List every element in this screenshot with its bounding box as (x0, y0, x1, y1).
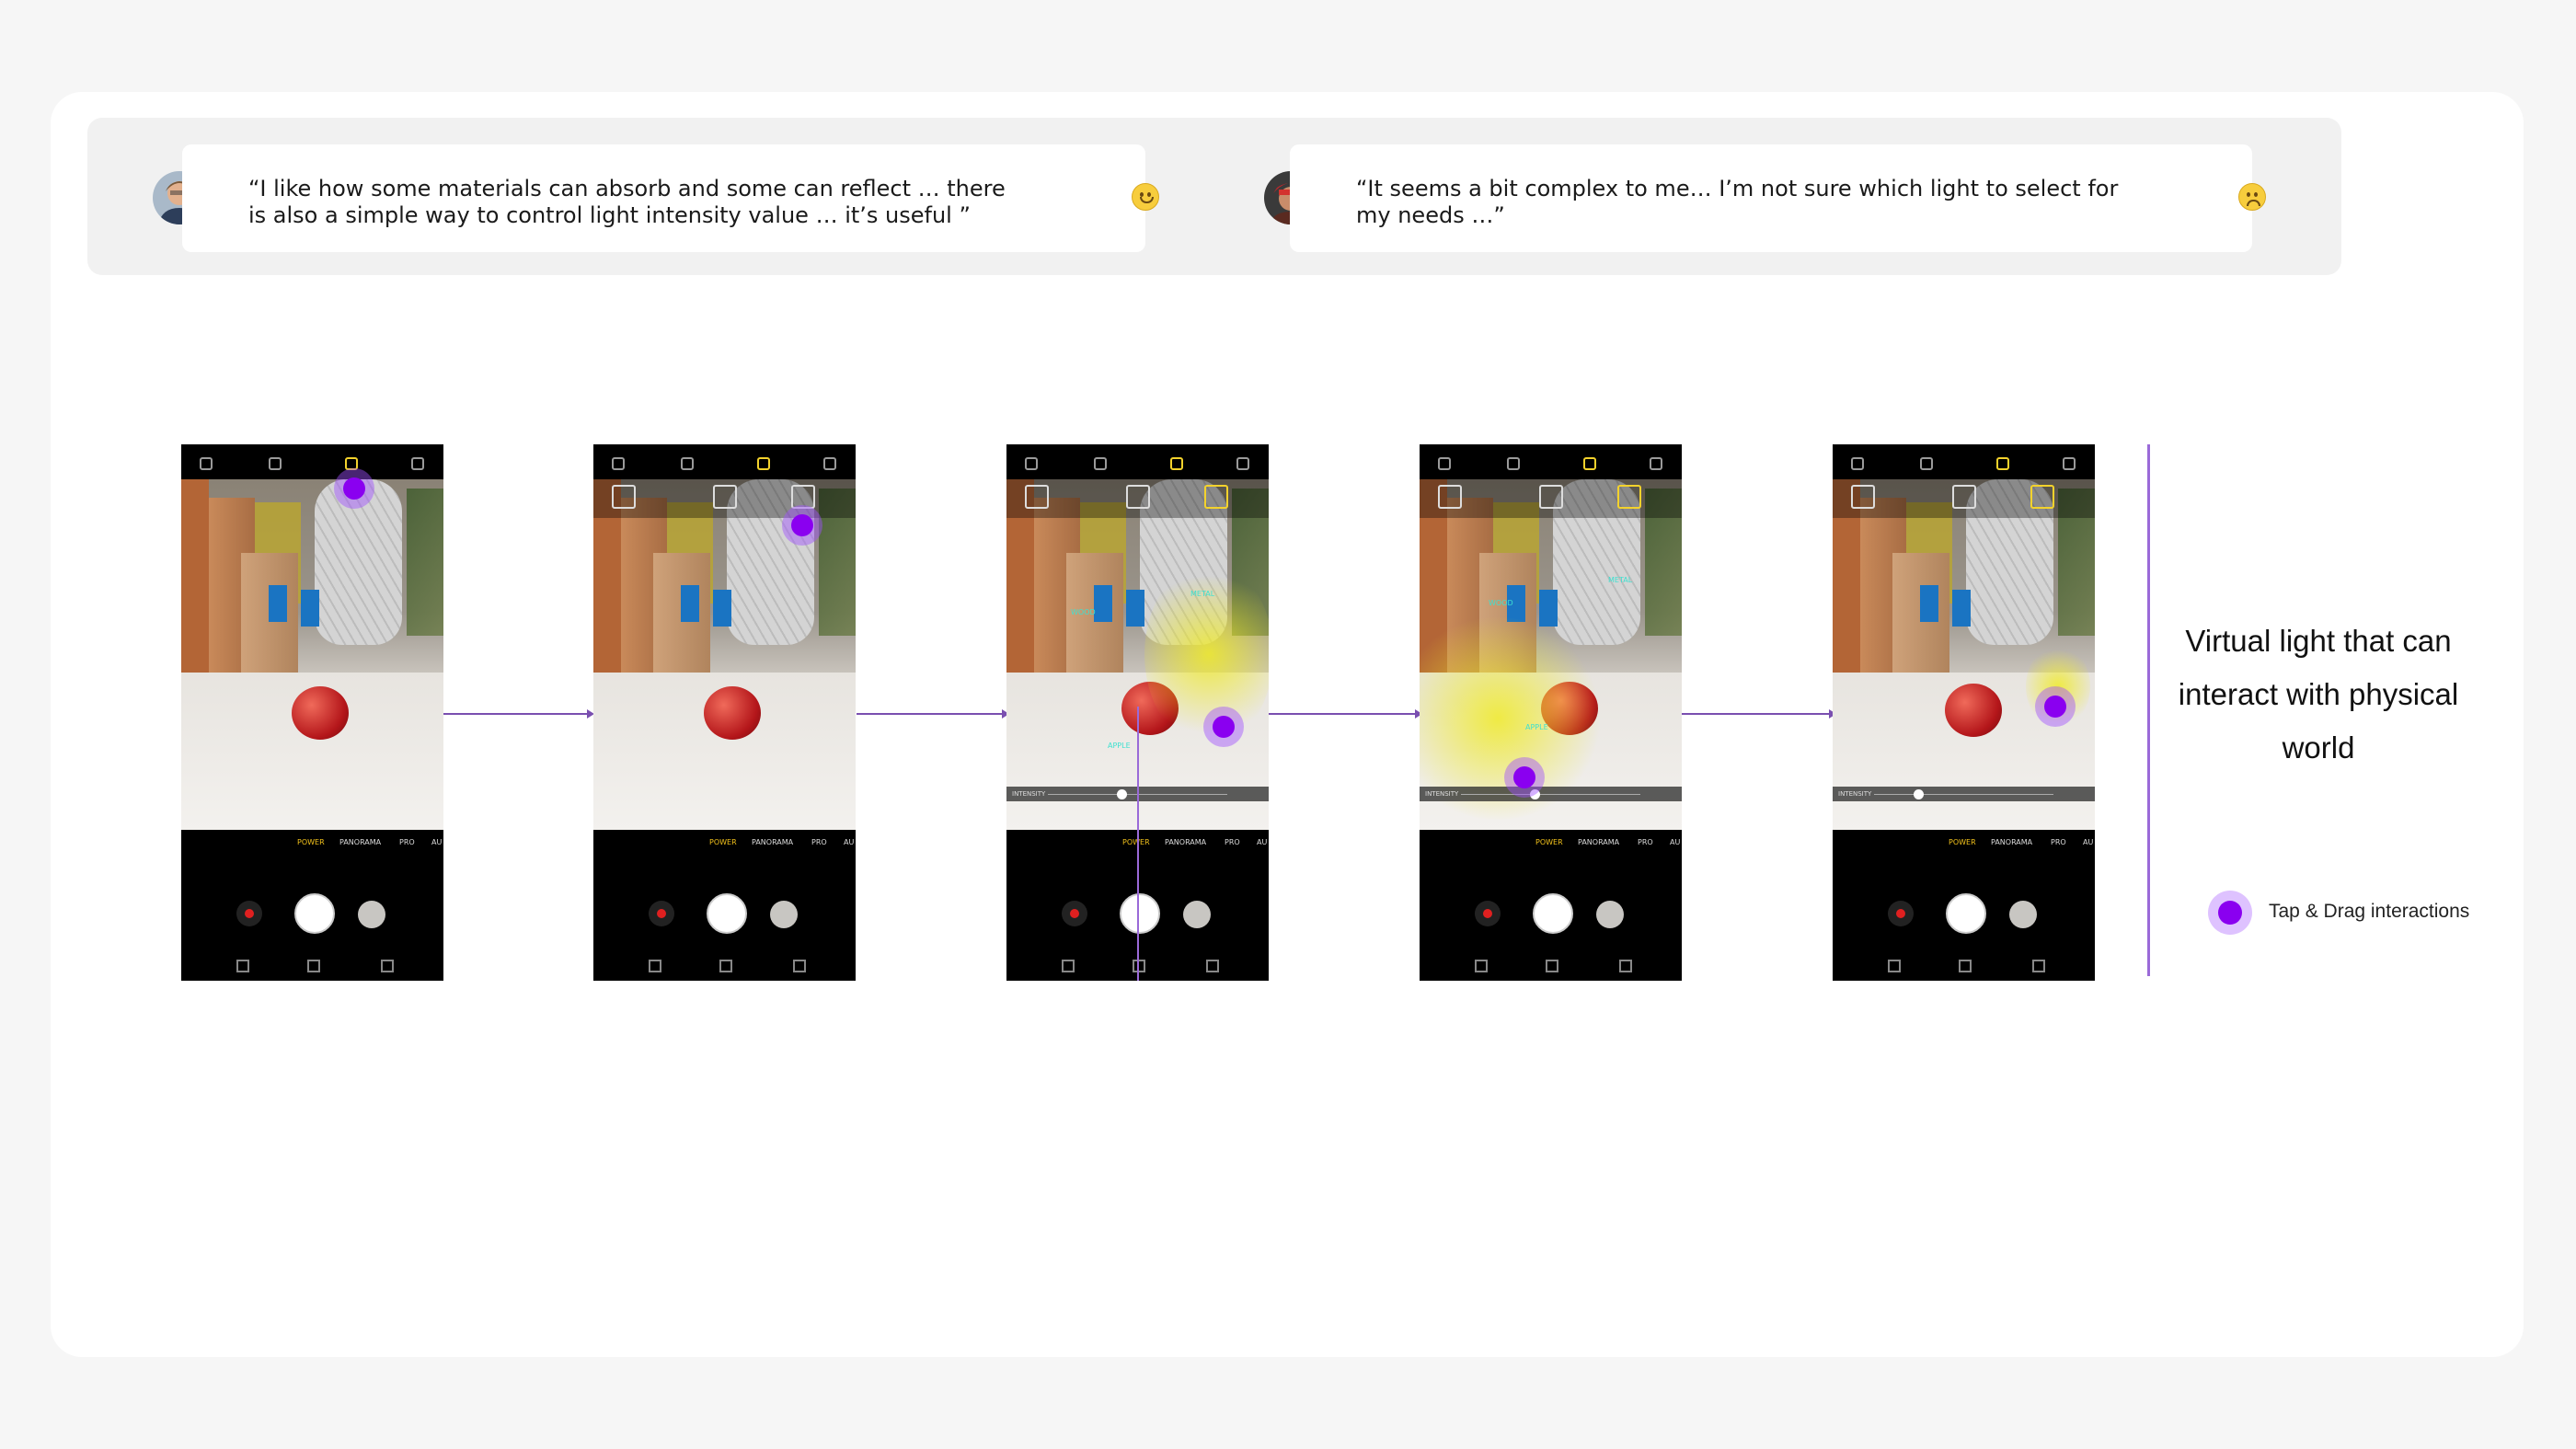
material-tag-apple: APPLE (1525, 723, 1548, 731)
gallery-thumbnail[interactable] (770, 901, 798, 928)
intensity-slider[interactable]: INTENSITY (1833, 787, 2095, 801)
mode-pro[interactable]: PRO (811, 838, 827, 846)
mode-panorama[interactable]: PANORAMA (1165, 838, 1206, 846)
drag-indicator (1504, 757, 1545, 798)
record-button[interactable] (1475, 901, 1501, 926)
mode-panorama[interactable]: PANORAMA (1578, 838, 1619, 846)
happy-face-icon (1132, 183, 1159, 211)
candle-light-icon[interactable] (2030, 485, 2054, 509)
mode-power[interactable]: POWER (297, 838, 325, 846)
camera-modes: POWER PANORAMA PRO AU (1420, 838, 1682, 857)
camera-top-bar (1833, 444, 2095, 479)
candle-light-icon[interactable] (1617, 485, 1641, 509)
flow-arrow-4 (1680, 709, 1836, 719)
record-button[interactable] (1062, 901, 1087, 926)
mode-power[interactable]: POWER (1535, 838, 1563, 846)
mode-auto[interactable]: AU (1670, 838, 1680, 846)
phone-screen-step-1: POWER PANORAMA PRO AU (181, 444, 443, 981)
mode-power[interactable]: POWER (1949, 838, 1976, 846)
drag-indicator (1203, 707, 1244, 747)
flow-arrow-2 (857, 709, 1009, 719)
feature-caption: Virtual light that can interact with phy… (2178, 624, 2459, 765)
intensity-label: INTENSITY (1012, 790, 1046, 798)
gallery-thumbnail[interactable] (2009, 901, 2037, 928)
mode-pro[interactable]: PRO (1225, 838, 1240, 846)
camera-top-bar (181, 444, 443, 479)
record-button[interactable] (649, 901, 674, 926)
shutter-button[interactable] (1533, 893, 1573, 934)
tap-indicator (2035, 686, 2076, 727)
spot-light-icon[interactable] (713, 485, 737, 509)
spot-light-icon[interactable] (1126, 485, 1150, 509)
quote-text-1: “I like how some materials can absorb an… (248, 176, 1006, 228)
gallery-thumbnail[interactable] (1596, 901, 1624, 928)
phone-screen-step-5: INTENSITY POWER PANORAMA PRO AU (1833, 444, 2095, 981)
light-type-picker (1006, 479, 1269, 518)
material-tag-wood: WOOD (1071, 608, 1096, 616)
spot-light-icon[interactable] (1952, 485, 1976, 509)
camera-top-bar (1006, 444, 1269, 479)
mode-auto[interactable]: AU (2083, 838, 2093, 846)
mode-power[interactable]: POWER (1122, 838, 1150, 846)
light-type-picker (1420, 479, 1682, 518)
mode-pro[interactable]: PRO (2051, 838, 2066, 846)
natural-light-icon[interactable] (1438, 485, 1462, 509)
shutter-button[interactable] (1120, 893, 1160, 934)
record-button[interactable] (236, 901, 262, 926)
legend-label: Tap & Drag interactions (2269, 901, 2470, 922)
quote-card-2: “It seems a bit complex to me… I’m not s… (1290, 144, 2266, 252)
camera-preview: WOOD METAL APPLE (1420, 479, 1682, 830)
gallery-thumbnail[interactable] (1183, 901, 1211, 928)
section-divider (2147, 444, 2150, 976)
tap-drag-icon (2208, 891, 2252, 935)
apple-object (1945, 684, 2002, 737)
camera-modes: POWER PANORAMA PRO AU (1833, 838, 2095, 857)
natural-light-icon[interactable] (1851, 485, 1875, 509)
shutter-button[interactable] (1946, 893, 1986, 934)
camera-preview (181, 479, 443, 830)
mode-panorama[interactable]: PANORAMA (1991, 838, 2032, 846)
mode-panorama[interactable]: PANORAMA (339, 838, 381, 846)
quote-card-1: “I like how some materials can absorb an… (182, 144, 1159, 252)
natural-light-icon[interactable] (612, 485, 636, 509)
confused-face-icon (2238, 183, 2266, 211)
phone-screen-step-4: WOOD METAL APPLE INTENSITY POWER PANORAM… (1420, 444, 1682, 981)
camera-modes: POWER PANORAMA PRO AU (181, 838, 443, 857)
material-tag-metal: METAL (1608, 576, 1633, 584)
intensity-label: INTENSITY (1425, 790, 1459, 798)
spot-light-icon[interactable] (1539, 485, 1563, 509)
material-tag-apple: APPLE (1108, 742, 1131, 750)
mode-auto[interactable]: AU (1257, 838, 1267, 846)
mode-pro[interactable]: PRO (399, 838, 415, 846)
mode-auto[interactable]: AU (431, 838, 442, 846)
mode-auto[interactable]: AU (844, 838, 854, 846)
material-tag-metal: METAL (1190, 590, 1215, 598)
natural-light-icon[interactable] (1025, 485, 1049, 509)
shutter-button[interactable] (707, 893, 747, 934)
mode-pro[interactable]: PRO (1638, 838, 1653, 846)
apple-object (704, 686, 761, 740)
intensity-label: INTENSITY (1838, 790, 1872, 798)
tap-indicator (782, 505, 822, 546)
mode-power[interactable]: POWER (709, 838, 737, 846)
tap-indicator (334, 468, 374, 509)
light-type-picker (1833, 479, 2095, 518)
candle-light-icon[interactable] (1204, 485, 1228, 509)
camera-preview (1833, 479, 2095, 830)
flow-arrow-3 (1268, 709, 1422, 719)
apple-object (292, 686, 349, 740)
flow-arrow-1 (443, 709, 594, 719)
mode-panorama[interactable]: PANORAMA (752, 838, 793, 846)
camera-modes: POWER PANORAMA PRO AU (593, 838, 856, 857)
record-button[interactable] (1888, 901, 1914, 926)
gallery-thumbnail[interactable] (358, 901, 385, 928)
camera-top-bar (1420, 444, 1682, 479)
intensity-slider[interactable]: INTENSITY (1420, 787, 1682, 801)
phone-screen-step-2: POWER PANORAMA PRO AU (593, 444, 856, 981)
camera-top-bar (593, 444, 856, 479)
shutter-button[interactable] (294, 893, 335, 934)
phone-screen-step-3: WOOD METAL APPLE INTENSITY POWER PANORAM… (1006, 444, 1269, 981)
material-tag-wood: WOOD (1489, 599, 1513, 607)
quote-text-2: “It seems a bit complex to me… I’m not s… (1356, 176, 2119, 228)
